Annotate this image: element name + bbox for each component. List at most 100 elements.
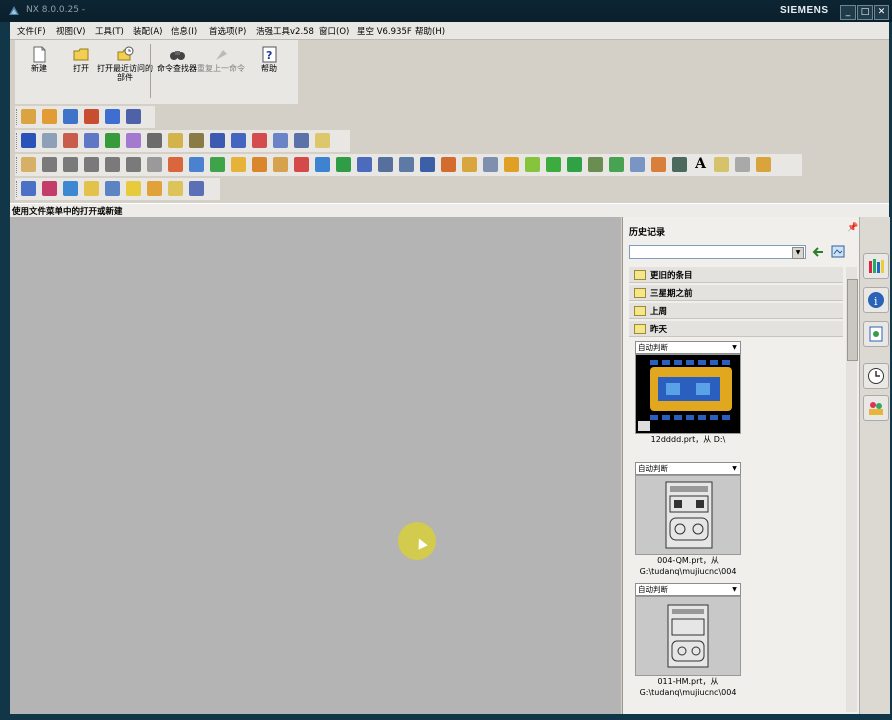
render-icon[interactable] <box>714 157 729 172</box>
pattern-icon[interactable] <box>420 157 435 172</box>
menu-window[interactable]: 窗口(O) <box>319 25 349 37</box>
history-scrollbar[interactable] <box>846 267 858 712</box>
layer-icon[interactable] <box>525 157 540 172</box>
part-thumbnail[interactable] <box>635 596 741 676</box>
scrollbar-thumb[interactable] <box>847 279 858 361</box>
part-thumbnail[interactable] <box>635 354 741 434</box>
drawing-icon[interactable] <box>42 133 57 148</box>
symbol-icon[interactable] <box>273 133 288 148</box>
history-item-mode-select[interactable]: 自动判断 ▼ <box>635 462 741 475</box>
edit-list-icon[interactable] <box>378 157 393 172</box>
pin-icon[interactable]: 📌 <box>847 223 858 233</box>
menu-haoqiang-tools[interactable]: 浩强工具v2.58 <box>256 25 314 37</box>
view-options-icon[interactable] <box>831 245 847 259</box>
help-button[interactable]: ? 帮助 <box>247 42 291 100</box>
section-icon[interactable] <box>189 133 204 148</box>
parts-navigator-tab[interactable] <box>863 253 889 279</box>
pmi-icon[interactable] <box>63 133 78 148</box>
repeat-last-command-button[interactable]: 重复上一命令 <box>197 42 245 100</box>
history-item-mode-select[interactable]: 自动判断 ▼ <box>635 583 741 596</box>
note-icon[interactable] <box>84 133 99 148</box>
import-icon[interactable] <box>105 181 120 196</box>
maximize-button[interactable]: □ <box>857 5 873 20</box>
boss-icon[interactable] <box>105 157 120 172</box>
weld-icon[interactable] <box>294 133 309 148</box>
camera-icon[interactable] <box>672 157 687 172</box>
menu-view[interactable]: 视图(V) <box>56 25 85 37</box>
extrude-icon[interactable] <box>42 157 57 172</box>
pocket-icon[interactable] <box>126 157 141 172</box>
view-icon[interactable] <box>105 133 120 148</box>
dimension-icon[interactable] <box>252 133 267 148</box>
green-block-icon[interactable] <box>546 157 561 172</box>
add-component-icon[interactable] <box>42 109 57 124</box>
reference-set-icon[interactable] <box>63 109 78 124</box>
layout-icon[interactable] <box>126 133 141 148</box>
menu-help[interactable]: 帮助(H) <box>415 25 445 37</box>
sweep-icon[interactable] <box>336 157 351 172</box>
mate-component-icon[interactable] <box>84 109 99 124</box>
history-group-last-week[interactable]: 上周 <box>629 303 843 319</box>
pdf-icon[interactable] <box>21 181 36 196</box>
brush-icon[interactable] <box>756 157 771 172</box>
history-group-older[interactable]: 更旧的条目 <box>629 267 843 283</box>
text-icon[interactable]: A <box>693 157 708 172</box>
parameters-icon[interactable] <box>399 157 414 172</box>
minimize-button[interactable]: _ <box>840 5 856 20</box>
menu-xingkong[interactable]: 星空 V6.935F <box>357 25 412 37</box>
close-button[interactable]: ✕ <box>874 5 889 20</box>
calculator-icon[interactable] <box>147 181 162 196</box>
sketch-icon[interactable] <box>21 157 36 172</box>
trim-icon[interactable] <box>147 157 162 172</box>
numbering-icon[interactable] <box>189 181 204 196</box>
part-thumbnail[interactable] <box>635 475 741 555</box>
texture-icon[interactable] <box>735 157 750 172</box>
open-recent-button[interactable]: 打开最近访问的部件 <box>97 42 153 100</box>
menu-assemblies[interactable]: 装配(A) <box>133 25 162 37</box>
cube-icon[interactable] <box>630 157 645 172</box>
assembly-icon[interactable] <box>21 109 36 124</box>
layer-stack-icon[interactable] <box>63 181 78 196</box>
history-group-yesterday[interactable]: 昨天 <box>629 321 843 337</box>
constraint-icon[interactable] <box>105 109 120 124</box>
sheet-icon[interactable] <box>168 133 183 148</box>
table-icon[interactable] <box>210 133 225 148</box>
info-tab[interactable]: i <box>863 287 889 313</box>
back-arrow-icon[interactable] <box>811 245 825 259</box>
block-icon[interactable] <box>189 157 204 172</box>
curve-icon[interactable] <box>315 133 330 148</box>
resource-tab[interactable] <box>863 395 889 421</box>
history-tab[interactable] <box>863 363 889 389</box>
export-icon[interactable] <box>84 181 99 196</box>
hole-icon[interactable] <box>84 157 99 172</box>
package-icon[interactable] <box>651 157 666 172</box>
menu-file[interactable]: 文件(F) <box>17 25 46 37</box>
history-item-mode-select[interactable]: 自动判断 ▼ <box>635 341 741 354</box>
revolve-icon[interactable] <box>63 157 78 172</box>
check-icon[interactable] <box>609 157 624 172</box>
cylinder-icon[interactable] <box>231 157 246 172</box>
blend-icon[interactable] <box>357 157 372 172</box>
menu-preferences[interactable]: 首选项(P) <box>209 25 246 37</box>
analysis-icon[interactable] <box>210 157 225 172</box>
note-sheet-icon[interactable] <box>126 181 141 196</box>
surface-icon[interactable] <box>315 157 330 172</box>
parts-list-icon[interactable] <box>231 133 246 148</box>
menu-tools[interactable]: 工具(T) <box>95 25 124 37</box>
chevron-down-icon[interactable]: ▼ <box>792 247 804 259</box>
rectangle-icon[interactable] <box>567 157 582 172</box>
product-icon[interactable] <box>21 133 36 148</box>
dxf-icon[interactable] <box>42 181 57 196</box>
roles-tab[interactable] <box>863 321 889 347</box>
datum-icon[interactable] <box>168 157 183 172</box>
xcg-icon[interactable] <box>294 157 309 172</box>
chamfer-icon[interactable] <box>273 157 288 172</box>
shell-icon[interactable] <box>252 157 267 172</box>
mirror-icon[interactable] <box>483 157 498 172</box>
history-filter-dropdown[interactable]: ▼ <box>629 245 806 259</box>
history-group-three-weeks[interactable]: 三星期之前 <box>629 285 843 301</box>
moon-icon[interactable] <box>168 181 183 196</box>
wave-icon[interactable] <box>504 157 519 172</box>
graphics-window[interactable] <box>10 217 621 714</box>
feature-icon[interactable] <box>441 157 456 172</box>
